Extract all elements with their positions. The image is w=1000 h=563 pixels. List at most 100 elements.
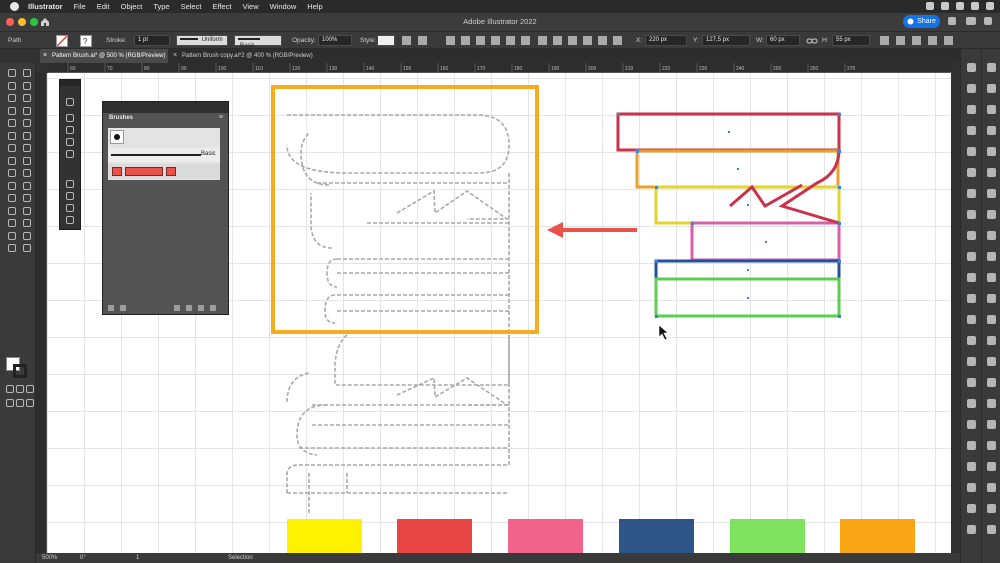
stroke-color-icon[interactable] xyxy=(13,364,27,378)
magic-wand-icon[interactable] xyxy=(8,81,16,90)
links-alt-icon[interactable] xyxy=(987,441,996,450)
curvature-icon[interactable] xyxy=(66,204,74,212)
status-icon[interactable] xyxy=(941,2,949,10)
pen-icon[interactable] xyxy=(66,180,74,188)
libraries-icon[interactable] xyxy=(120,305,126,311)
pencil-icon[interactable] xyxy=(23,131,31,140)
distribute-middle-icon[interactable] xyxy=(553,36,562,45)
delete-icon[interactable] xyxy=(210,305,216,311)
draw-mode-icon[interactable] xyxy=(6,399,14,407)
actions-alt-icon[interactable] xyxy=(987,483,996,492)
links-icon[interactable] xyxy=(967,441,976,450)
transform-icon[interactable] xyxy=(967,357,976,366)
menu-object[interactable]: Object xyxy=(121,2,143,11)
stroke-swatch[interactable]: ? xyxy=(80,35,92,47)
artboard-icon[interactable] xyxy=(8,231,16,240)
lasso-icon[interactable] xyxy=(23,81,31,90)
artboard-number[interactable]: 1 xyxy=(136,555,139,561)
gradient-alt-icon[interactable] xyxy=(987,273,996,282)
swatch-green[interactable] xyxy=(730,519,805,553)
graphic-styles-alt-icon[interactable] xyxy=(987,210,996,219)
preferences-icon[interactable] xyxy=(944,36,953,45)
anchor-icon[interactable] xyxy=(66,192,74,200)
close-tab-icon[interactable]: × xyxy=(173,52,177,59)
brushes-icon[interactable] xyxy=(967,168,976,177)
height-field[interactable]: 55 px xyxy=(832,35,870,46)
swatch-pink[interactable] xyxy=(508,519,583,553)
width-field[interactable]: 60 px xyxy=(766,35,800,46)
graph-icon[interactable] xyxy=(23,219,31,227)
properties-alt-icon[interactable] xyxy=(987,63,996,72)
swatch-yellow[interactable] xyxy=(287,519,362,553)
brush-definition[interactable]: Basic xyxy=(234,35,282,49)
menu-file[interactable]: File xyxy=(74,2,86,11)
line-icon[interactable] xyxy=(23,106,31,115)
pathfinder-icon[interactable] xyxy=(967,336,976,345)
pathfinder-alt-icon[interactable] xyxy=(987,336,996,345)
character-icon[interactable] xyxy=(967,378,976,387)
stripe-artwork[interactable] xyxy=(616,112,841,318)
zoom-icon[interactable] xyxy=(23,244,31,252)
align-middle-icon[interactable] xyxy=(506,36,515,45)
menu-app-name[interactable]: Illustrator xyxy=(28,2,63,11)
blob-icon[interactable] xyxy=(66,114,74,122)
control-center-icon[interactable] xyxy=(986,2,994,10)
menu-help[interactable]: Help xyxy=(307,2,322,11)
menu-edit[interactable]: Edit xyxy=(97,2,110,11)
horizontal-ruler[interactable]: 60 70 80 90 100 110 120 130 140 150 160 170 180 190 20… xyxy=(48,63,952,73)
constrain-proportions-icon[interactable] xyxy=(806,36,818,46)
character-alt-icon[interactable] xyxy=(987,378,996,387)
swatches-icon[interactable] xyxy=(967,147,976,156)
y-field[interactable]: 127,5 px xyxy=(702,35,750,46)
perspective-icon[interactable] xyxy=(23,181,31,190)
recolor-icon[interactable] xyxy=(402,36,411,45)
document-setup-icon[interactable] xyxy=(928,36,937,45)
tab-brushes[interactable]: Brushes xyxy=(106,113,138,124)
stroke-icon[interactable] xyxy=(967,252,976,261)
properties-icon[interactable] xyxy=(967,63,976,72)
distribute-right-icon[interactable] xyxy=(613,36,622,45)
x-field[interactable]: 220 px xyxy=(645,35,687,46)
fill-swatch[interactable] xyxy=(56,35,68,47)
swatch-red[interactable] xyxy=(397,519,472,553)
menu-type[interactable]: Type xyxy=(153,2,169,11)
menu-select[interactable]: Select xyxy=(181,2,202,11)
transform-alt-icon[interactable] xyxy=(987,357,996,366)
align-bottom-icon[interactable] xyxy=(521,36,530,45)
rectangle-icon[interactable] xyxy=(8,119,16,127)
status-mode[interactable]: Selection xyxy=(228,555,253,561)
search-icon[interactable] xyxy=(971,2,979,10)
path-icon[interactable] xyxy=(66,216,74,224)
curvature-icon[interactable] xyxy=(23,94,31,102)
gradient-icon[interactable] xyxy=(967,273,976,282)
color-mode-icon[interactable] xyxy=(6,385,14,393)
distribute-center-icon[interactable] xyxy=(598,36,607,45)
panel-icon[interactable] xyxy=(984,17,992,25)
stroke-alt-icon[interactable] xyxy=(987,252,996,261)
navigator-alt-icon[interactable] xyxy=(987,504,996,513)
color-alt-icon[interactable] xyxy=(987,126,996,135)
new-brush-icon[interactable] xyxy=(198,305,204,311)
align-icon[interactable] xyxy=(967,315,976,324)
info-icon[interactable] xyxy=(967,525,976,534)
free-transform-icon[interactable] xyxy=(23,169,31,177)
wifi-icon[interactable] xyxy=(956,2,964,10)
distribute-top-icon[interactable] xyxy=(538,36,547,45)
select-similar-icon[interactable] xyxy=(912,36,921,45)
vertical-ruler[interactable] xyxy=(36,73,47,553)
none-mode-icon[interactable] xyxy=(26,385,34,393)
info-alt-icon[interactable] xyxy=(987,525,996,534)
close-tab-icon[interactable]: × xyxy=(43,52,47,59)
graphic-styles-icon[interactable] xyxy=(967,210,976,219)
brush-item-round[interactable] xyxy=(110,130,124,144)
slice-icon[interactable] xyxy=(23,231,31,240)
paragraph-icon[interactable] xyxy=(967,399,976,408)
direct-selection-icon[interactable] xyxy=(66,98,74,106)
align-right-icon[interactable] xyxy=(476,36,485,45)
blend-icon[interactable] xyxy=(23,206,31,215)
paragraph-alt-icon[interactable] xyxy=(987,399,996,408)
menu-effect[interactable]: Effect xyxy=(212,2,231,11)
align-alt-icon[interactable] xyxy=(987,315,996,324)
remove-stroke-icon[interactable] xyxy=(174,305,180,311)
symbols-icon[interactable] xyxy=(967,189,976,198)
